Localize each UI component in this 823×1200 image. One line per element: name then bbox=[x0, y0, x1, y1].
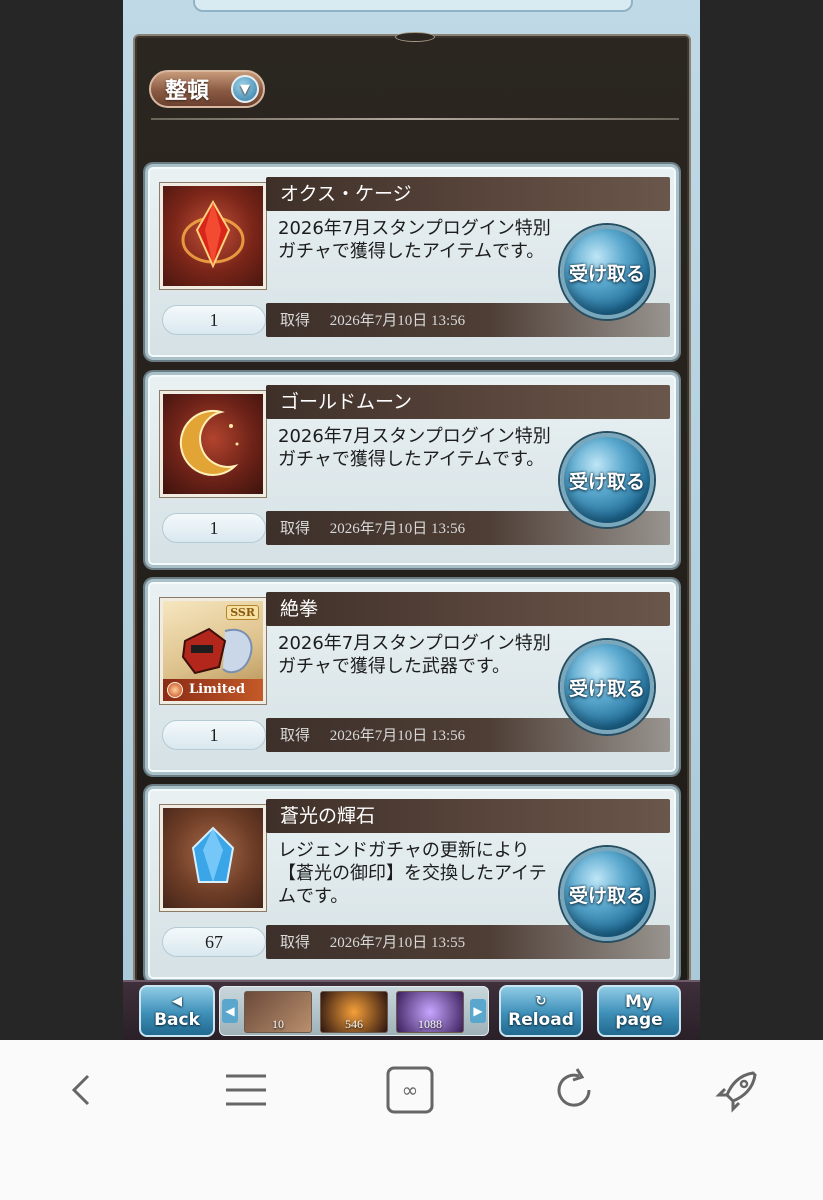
item-name: 絶拳 bbox=[266, 592, 670, 626]
item-description: 2026年7月スタンプログイン特別ガチャで獲得したアイテムです。 bbox=[278, 426, 551, 470]
reload-button[interactable]: ↻ Reload bbox=[499, 985, 583, 1037]
receive-button[interactable]: 受け取る bbox=[560, 225, 654, 319]
item-quantity: 67 bbox=[162, 927, 266, 957]
strip-item-count: 546 bbox=[345, 1017, 363, 1031]
sort-button[interactable]: 整頓 ▼ bbox=[149, 70, 265, 108]
reload-icon: ↻ bbox=[535, 994, 547, 1009]
item-quantity: 1 bbox=[162, 720, 266, 750]
menu-icon[interactable] bbox=[216, 1060, 276, 1120]
strip-item[interactable]: 546 bbox=[320, 991, 388, 1033]
strip-item-count: 1088 bbox=[418, 1017, 442, 1031]
back-button[interactable]: ◀ Back bbox=[139, 985, 215, 1037]
item-description: 2026年7月スタンプログイン特別ガチャで獲得した武器です。 bbox=[278, 633, 551, 677]
tabs-icon[interactable]: ∞ bbox=[380, 1060, 440, 1120]
strip-item[interactable]: 1088 bbox=[396, 991, 464, 1033]
receive-button[interactable]: 受け取る bbox=[560, 847, 654, 941]
receive-button[interactable]: 受け取る bbox=[560, 433, 654, 527]
mypage-line1: My bbox=[625, 992, 653, 1012]
acquired-label: 取得 bbox=[280, 311, 311, 329]
rarity-badge: SSR bbox=[226, 605, 259, 620]
acquired-label: 取得 bbox=[280, 519, 311, 537]
item-name: ゴールドムーン bbox=[266, 385, 670, 419]
item-quantity: 1 bbox=[162, 513, 266, 543]
back-arrow-icon[interactable] bbox=[52, 1060, 112, 1120]
acquired-date: 2026年7月10日 13:56 bbox=[329, 728, 466, 744]
item-thumbnail bbox=[159, 804, 267, 912]
refresh-icon[interactable] bbox=[544, 1060, 604, 1120]
acquired-date: 2026年7月10日 13:55 bbox=[329, 935, 466, 951]
acquired-date: 2026年7月10日 13:56 bbox=[329, 313, 466, 329]
game-viewport: 整頓 ▼ オクス・ケージ 2026年7月スタンプログイン特別ガチャで獲得したアイ… bbox=[123, 0, 700, 1040]
gift-item-card: オクス・ケージ 2026年7月スタンプログイン特別ガチャで獲得したアイテムです。… bbox=[145, 164, 679, 360]
sort-button-label: 整頓 bbox=[165, 79, 210, 104]
blue-crystal-icon bbox=[191, 826, 235, 883]
strip-item[interactable]: 10 bbox=[244, 991, 312, 1033]
item-description: 2026年7月スタンプログイン特別ガチャで獲得したアイテムです。 bbox=[278, 218, 551, 262]
gift-item-card: SSR Limited 絶拳 2026年7月スタンプログイン特別ガチャで獲得した… bbox=[145, 579, 679, 775]
mypage-line2: page bbox=[615, 1010, 663, 1030]
acquired-date: 2026年7月10日 13:56 bbox=[329, 521, 466, 537]
limited-label: Limited bbox=[189, 682, 246, 697]
strip-left-arrow-icon[interactable]: ◀ bbox=[222, 999, 238, 1023]
browser-toolbar: ∞ bbox=[0, 1040, 823, 1200]
recent-items-strip[interactable]: ◀ 10 546 1088 ▶ bbox=[219, 986, 489, 1036]
acquired-label: 取得 bbox=[280, 726, 311, 744]
top-frame bbox=[193, 0, 633, 12]
limited-badge: Limited bbox=[163, 679, 263, 701]
rocket-icon[interactable] bbox=[708, 1060, 768, 1120]
panel-ornament bbox=[395, 32, 435, 42]
back-arrow-icon: ◀ bbox=[172, 994, 182, 1009]
item-name: 蒼光の輝石 bbox=[266, 799, 670, 833]
svg-text:∞: ∞ bbox=[402, 1078, 419, 1102]
gold-moon-icon bbox=[179, 409, 239, 476]
bottom-nav-bar: ◀ Back ◀ 10 546 1088 ▶ ↻ Reload My page bbox=[123, 980, 700, 1040]
item-thumbnail bbox=[159, 182, 267, 290]
gift-item-card: ゴールドムーン 2026年7月スタンプログイン特別ガチャで獲得したアイテムです。… bbox=[145, 372, 679, 568]
item-thumbnail: SSR Limited bbox=[159, 597, 267, 705]
divider bbox=[151, 118, 679, 120]
red-crystal-icon bbox=[181, 199, 245, 269]
chevron-down-icon: ▼ bbox=[231, 75, 259, 103]
acquired-label: 取得 bbox=[280, 933, 311, 951]
item-quantity: 1 bbox=[162, 305, 266, 335]
item-thumbnail bbox=[159, 390, 267, 498]
item-description: レジェンドガチャの更新により【蒼光の御印】を交換したアイテムです。 bbox=[278, 840, 547, 907]
receive-button[interactable]: 受け取る bbox=[560, 640, 654, 734]
gift-box-panel: 整頓 ▼ オクス・ケージ 2026年7月スタンプログイン特別ガチャで獲得したアイ… bbox=[133, 32, 691, 984]
element-icon bbox=[167, 682, 183, 698]
gift-item-card: 蒼光の輝石 レジェンドガチャの更新により【蒼光の御印】を交換したアイテムです。 … bbox=[145, 786, 679, 982]
reload-label: Reload bbox=[508, 1010, 574, 1030]
strip-right-arrow-icon[interactable]: ▶ bbox=[470, 999, 486, 1023]
item-name: オクス・ケージ bbox=[266, 177, 670, 211]
back-label: Back bbox=[154, 1010, 200, 1030]
strip-item-count: 10 bbox=[272, 1017, 284, 1031]
mypage-button[interactable]: My page bbox=[597, 985, 681, 1037]
